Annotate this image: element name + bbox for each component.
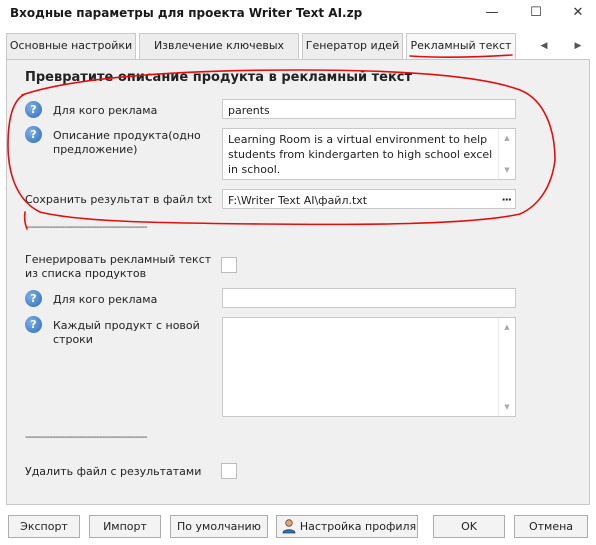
tab-ad-text[interactable]: Рекламный текст — [406, 33, 516, 60]
export-button[interactable]: Экспорт — [8, 515, 80, 538]
delete-results-label: Удалить файл с результатами — [25, 465, 202, 478]
tab-idea-generator[interactable]: Генератор идей — [302, 33, 403, 59]
products-scrollbar[interactable]: ▲ ▼ — [498, 318, 515, 416]
default-button[interactable]: По умолчанию — [170, 515, 268, 538]
scroll-down-icon[interactable]: ▼ — [499, 163, 515, 177]
user-icon — [282, 519, 296, 534]
description-text: Learning Room is a virtual environment t… — [228, 133, 493, 176]
close-button[interactable]: ✕ — [558, 0, 596, 26]
help-icon[interactable]: ? — [25, 126, 42, 143]
products-label: Каждый продукт с новой строки — [53, 319, 200, 346]
profile-settings-label: Настройка профиля — [299, 520, 417, 533]
section-title: Превратите описание продукта в рекламный… — [25, 70, 413, 85]
audience-input[interactable]: parents — [222, 99, 516, 119]
description-label: Описание продукта(одно предложение) — [53, 129, 201, 156]
tab-bar: Основные настройки Извлечение ключевых с… — [6, 33, 590, 76]
scroll-up-icon[interactable]: ▲ — [499, 320, 515, 334]
ok-button[interactable]: OK — [433, 515, 505, 538]
browse-button[interactable]: ··· — [501, 192, 512, 207]
help-icon[interactable]: ? — [25, 101, 42, 118]
tab-prev-icon[interactable]: ◀ — [534, 37, 554, 55]
description-textarea[interactable]: Learning Room is a virtual environment t… — [222, 128, 516, 180]
generate-from-list-label: Генерировать рекламный текст из списка п… — [25, 253, 212, 280]
save-path-input[interactable]: F:\Writer Text AI\файл.txt ··· — [222, 189, 516, 209]
profile-settings-button[interactable]: Настройка профиля — [276, 515, 418, 538]
minimize-button[interactable]: — — [472, 0, 512, 26]
delete-results-checkbox[interactable] — [221, 463, 237, 479]
window-title: Входные параметры для проекта Writer Tex… — [10, 6, 363, 20]
generate-from-list-checkbox[interactable] — [221, 257, 237, 273]
title-bar: Входные параметры для проекта Writer Tex… — [0, 0, 596, 28]
import-button[interactable]: Импорт — [89, 515, 161, 538]
settings-panel: Превратите описание продукта в рекламный… — [6, 59, 590, 505]
separator: ----------------------------------------… — [25, 220, 148, 233]
scroll-down-icon[interactable]: ▼ — [499, 400, 515, 414]
audience-label: Для кого реклама — [53, 104, 158, 117]
help-icon[interactable]: ? — [25, 290, 42, 307]
save-path-text: F:\Writer Text AI\файл.txt — [228, 194, 368, 207]
batch-audience-input[interactable] — [222, 288, 516, 308]
tab-keyword-extraction[interactable]: Извлечение ключевых слов — [139, 33, 299, 76]
tab-next-icon[interactable]: ▶ — [568, 37, 588, 55]
separator: ----------------------------------------… — [25, 430, 148, 443]
cancel-button[interactable]: Отмена — [514, 515, 588, 538]
scroll-up-icon[interactable]: ▲ — [499, 131, 515, 145]
products-textarea[interactable]: ▲ ▼ — [222, 317, 516, 417]
maximize-button[interactable]: ☐ — [516, 0, 556, 26]
batch-audience-label: Для кого реклама — [53, 293, 158, 306]
description-scrollbar[interactable]: ▲ ▼ — [498, 129, 515, 179]
save-path-label: Сохранить результат в файл txt — [25, 193, 212, 206]
tab-main-settings[interactable]: Основные настройки — [6, 33, 136, 59]
help-icon[interactable]: ? — [25, 316, 42, 333]
